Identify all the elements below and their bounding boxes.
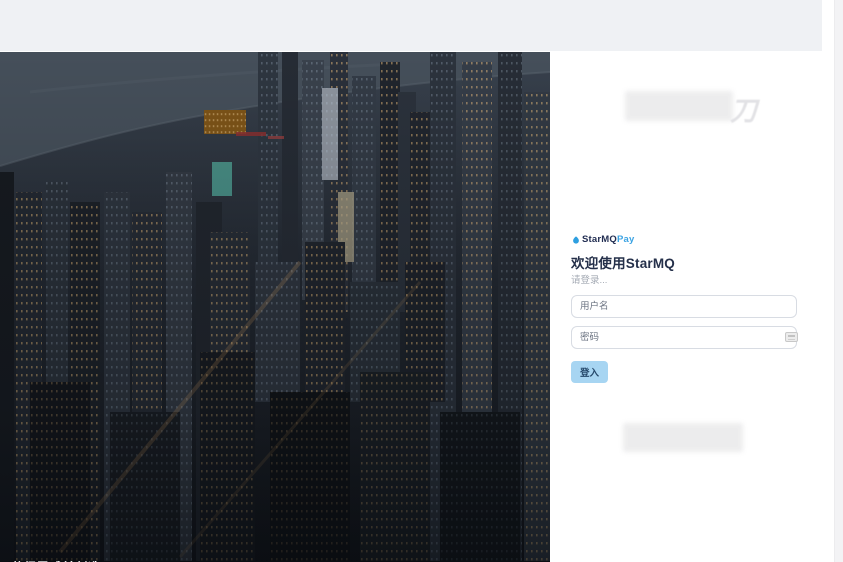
login-panel: 刀 StarMQPay 欢迎使用StarMQ 请登录... 登入 <box>550 52 822 562</box>
city-photo: 获得灵感并创造. Copyright © 2023 <box>0 52 550 562</box>
brand-logo: StarMQ Pay <box>572 234 635 245</box>
login-button[interactable]: 登入 <box>571 361 609 383</box>
brand-name-accent: Pay <box>616 234 635 245</box>
username-input[interactable] <box>571 295 797 318</box>
redacted-watermark-top <box>625 91 733 121</box>
vertical-scrollbar[interactable] <box>834 0 843 562</box>
watermark-ghost-glyph: 刀 <box>730 96 757 126</box>
keyboard-icon[interactable] <box>785 332 798 342</box>
welcome-title: 欢迎使用StarMQ <box>571 256 676 271</box>
login-page: 获得灵感并创造. Copyright © 2023 刀 StarMQPay 欢迎… <box>0 0 843 562</box>
password-input[interactable] <box>571 326 797 349</box>
hero-tagline: 获得灵感并创造. <box>11 557 104 562</box>
city-skyline-graphic <box>0 52 550 562</box>
redacted-watermark-bottom <box>623 423 743 452</box>
drop-icon <box>573 235 579 244</box>
welcome-subtitle: 请登录... <box>571 275 608 286</box>
brand-name-primary: StarMQ <box>582 234 617 245</box>
top-header-bar <box>0 0 822 51</box>
